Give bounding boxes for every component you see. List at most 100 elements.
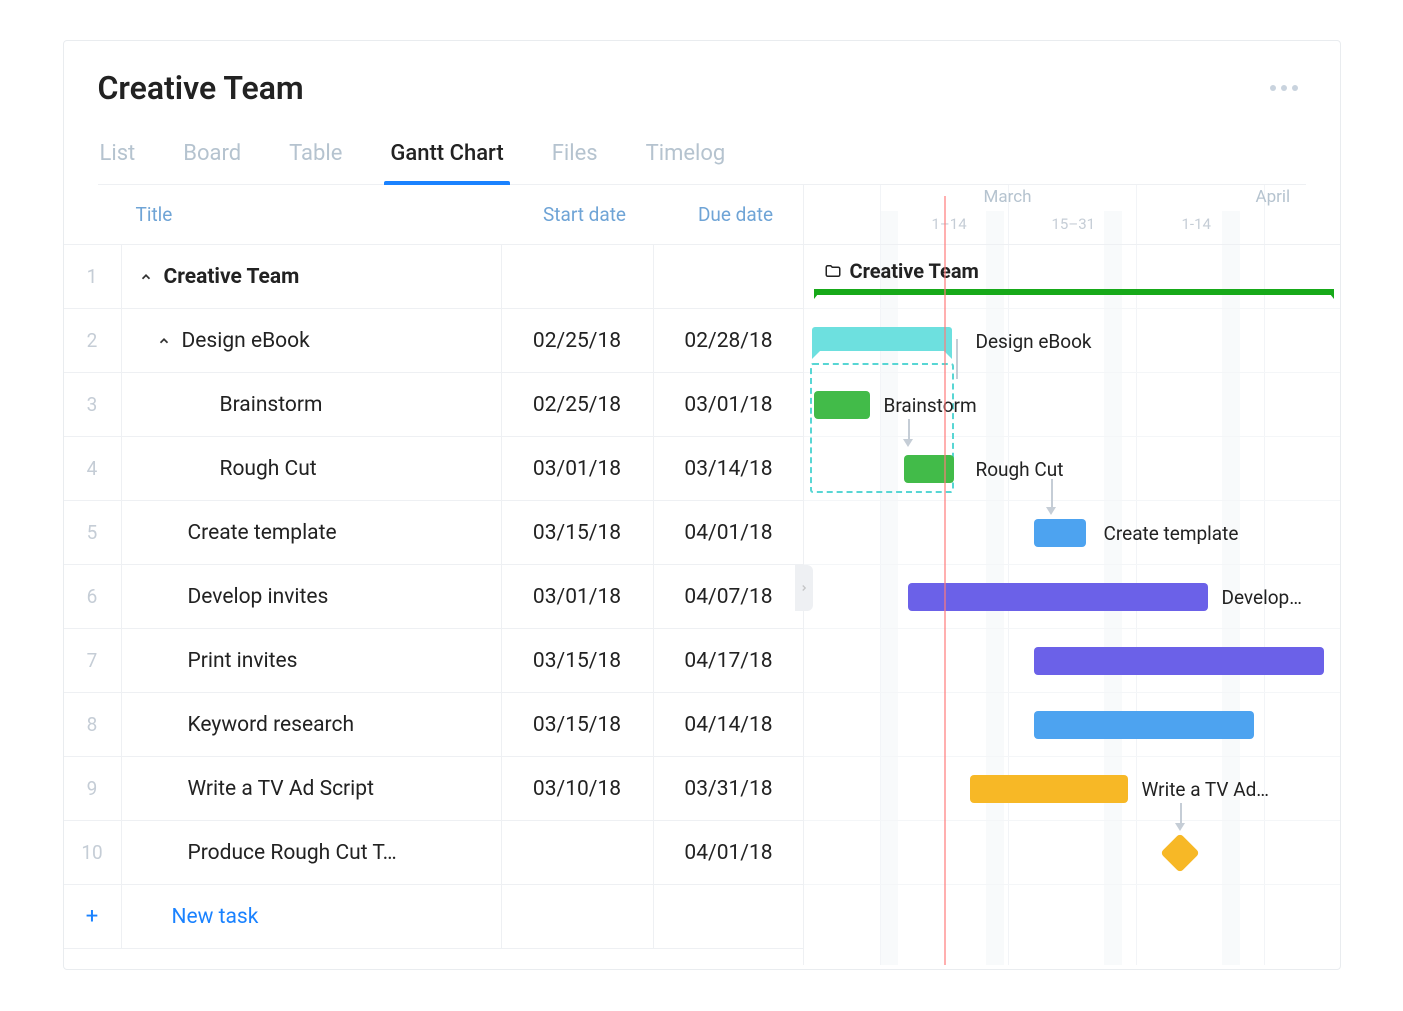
due-date[interactable]: 04/01/18 bbox=[654, 501, 804, 564]
start-date[interactable]: 03/01/18 bbox=[502, 437, 654, 500]
month-label: March bbox=[984, 187, 1032, 207]
col-due-date[interactable]: Due date bbox=[654, 203, 804, 226]
table-row[interactable]: 2 Design eBook 02/25/18 02/28/18 bbox=[64, 309, 803, 373]
table-row[interactable]: 4 Rough Cut 03/01/18 03/14/18 bbox=[64, 437, 803, 501]
row-number: 8 bbox=[64, 693, 122, 756]
folder-icon bbox=[824, 262, 842, 280]
row-number: 3 bbox=[64, 373, 122, 436]
gantt-chart[interactable]: March April 1–14 15–31 1-14 Creative Tea… bbox=[804, 185, 1340, 965]
gantt-bar-create-template[interactable] bbox=[1034, 519, 1086, 547]
due-date[interactable]: 04/07/18 bbox=[654, 565, 804, 628]
more-button[interactable] bbox=[1262, 77, 1306, 99]
task-name: Create template bbox=[122, 501, 502, 564]
timeline-header: March April 1–14 15–31 1-14 bbox=[804, 185, 1340, 245]
dot-icon bbox=[1281, 85, 1287, 91]
gantt-row: Brainstorm bbox=[804, 373, 1340, 437]
plus-icon[interactable]: + bbox=[64, 885, 122, 948]
collapse-handle[interactable] bbox=[795, 565, 813, 611]
row-number: 2 bbox=[64, 309, 122, 372]
start-date[interactable] bbox=[502, 245, 654, 308]
row-number: 7 bbox=[64, 629, 122, 692]
task-name: Develop invites bbox=[122, 565, 502, 628]
gantt-bar-design-ebook[interactable] bbox=[812, 327, 952, 351]
gantt-row: Creative Team bbox=[804, 245, 1340, 309]
gantt-row: Rough Cut bbox=[804, 437, 1340, 501]
gantt-row: Create template bbox=[804, 501, 1340, 565]
body: Title Start date Due date 1 Creative Tea… bbox=[64, 185, 1340, 965]
tab-gantt-chart[interactable]: Gantt Chart bbox=[388, 131, 505, 184]
tab-list[interactable]: List bbox=[98, 131, 138, 184]
gantt-bar-develop-invites[interactable] bbox=[908, 583, 1208, 611]
due-date[interactable]: 04/01/18 bbox=[654, 821, 804, 884]
due-date[interactable]: 03/31/18 bbox=[654, 757, 804, 820]
row-number: 4 bbox=[64, 437, 122, 500]
due-date[interactable]: 02/28/18 bbox=[654, 309, 804, 372]
task-name: Keyword research bbox=[122, 693, 502, 756]
task-name-text: Produce Rough Cut T… bbox=[188, 841, 397, 865]
header: Creative Team List Board Table Gantt Cha… bbox=[64, 41, 1340, 185]
gantt-bar-brainstorm[interactable] bbox=[814, 391, 870, 419]
gantt-milestone-produce-rough[interactable] bbox=[1160, 833, 1200, 873]
new-task-label[interactable]: New task bbox=[122, 885, 502, 948]
row-number: 5 bbox=[64, 501, 122, 564]
task-name-text: Create template bbox=[188, 521, 337, 545]
due-date[interactable]: 04/17/18 bbox=[654, 629, 804, 692]
chevron-up-icon[interactable] bbox=[156, 333, 172, 349]
task-name-text: Keyword research bbox=[188, 713, 355, 737]
task-name-text: Creative Team bbox=[164, 265, 300, 289]
table-row[interactable]: 1 Creative Team bbox=[64, 245, 803, 309]
table-row[interactable]: 7 Print invites 03/15/18 04/17/18 bbox=[64, 629, 803, 693]
start-date[interactable]: 03/15/18 bbox=[502, 501, 654, 564]
tab-table[interactable]: Table bbox=[287, 131, 344, 184]
row-number: 6 bbox=[64, 565, 122, 628]
gantt-folder-text: Creative Team bbox=[850, 259, 979, 283]
table-row[interactable]: 8 Keyword research 03/15/18 04/14/18 bbox=[64, 693, 803, 757]
month-label: April bbox=[1256, 187, 1291, 207]
due-date[interactable]: 04/14/18 bbox=[654, 693, 804, 756]
gantt-rows: Creative Team Design eBook Brainstorm bbox=[804, 245, 1340, 885]
due-date[interactable]: 03/14/18 bbox=[654, 437, 804, 500]
new-task-row[interactable]: + New task bbox=[64, 885, 803, 949]
table-row[interactable]: 5 Create template 03/15/18 04/01/18 bbox=[64, 501, 803, 565]
task-name-text: Design eBook bbox=[182, 329, 310, 353]
gantt-bar-print-invites[interactable] bbox=[1034, 647, 1324, 675]
table-row[interactable]: 10 Produce Rough Cut T… 04/01/18 bbox=[64, 821, 803, 885]
start-date[interactable]: 03/01/18 bbox=[502, 565, 654, 628]
col-start-date[interactable]: Start date bbox=[502, 203, 654, 226]
gantt-row: Write a TV Ad… bbox=[804, 757, 1340, 821]
start-date[interactable]: 03/15/18 bbox=[502, 629, 654, 692]
gantt-bar-label: Create template bbox=[1104, 522, 1239, 545]
gantt-bar-rough-cut[interactable] bbox=[904, 455, 954, 483]
sub-label: 15–31 bbox=[1052, 215, 1096, 233]
start-date[interactable]: 03/15/18 bbox=[502, 693, 654, 756]
gantt-bar-keyword-research[interactable] bbox=[1034, 711, 1254, 739]
task-name: Rough Cut bbox=[122, 437, 502, 500]
gantt-bar-tv-script[interactable] bbox=[970, 775, 1128, 803]
table-row[interactable]: 6 Develop invites 03/01/18 04/07/18 bbox=[64, 565, 803, 629]
start-date[interactable]: 02/25/18 bbox=[502, 309, 654, 372]
start-date[interactable]: 03/10/18 bbox=[502, 757, 654, 820]
start-date[interactable]: 02/25/18 bbox=[502, 373, 654, 436]
task-table: Title Start date Due date 1 Creative Tea… bbox=[64, 185, 804, 965]
start-date[interactable] bbox=[502, 821, 654, 884]
dependency-line bbox=[1051, 479, 1053, 509]
column-headers: Title Start date Due date bbox=[64, 185, 803, 245]
task-name: Print invites bbox=[122, 629, 502, 692]
row-number: 1 bbox=[64, 245, 122, 308]
gantt-row bbox=[804, 821, 1340, 885]
view-tabs: List Board Table Gantt Chart Files Timel… bbox=[98, 131, 1306, 185]
task-name-text: Write a TV Ad Script bbox=[188, 777, 374, 801]
tab-board[interactable]: Board bbox=[181, 131, 243, 184]
table-row[interactable]: 9 Write a TV Ad Script 03/10/18 03/31/18 bbox=[64, 757, 803, 821]
gantt-bar-label: Design eBook bbox=[976, 330, 1092, 353]
tab-files[interactable]: Files bbox=[550, 131, 600, 184]
due-date[interactable]: 03/01/18 bbox=[654, 373, 804, 436]
today-line bbox=[944, 196, 946, 965]
summary-bar[interactable] bbox=[814, 289, 1334, 295]
sub-label: 1–14 bbox=[932, 215, 967, 233]
col-title[interactable]: Title bbox=[122, 203, 502, 226]
chevron-up-icon[interactable] bbox=[138, 269, 154, 285]
tab-timelog[interactable]: Timelog bbox=[644, 131, 728, 184]
table-row[interactable]: 3 Brainstorm 02/25/18 03/01/18 bbox=[64, 373, 803, 437]
due-date[interactable] bbox=[654, 245, 804, 308]
